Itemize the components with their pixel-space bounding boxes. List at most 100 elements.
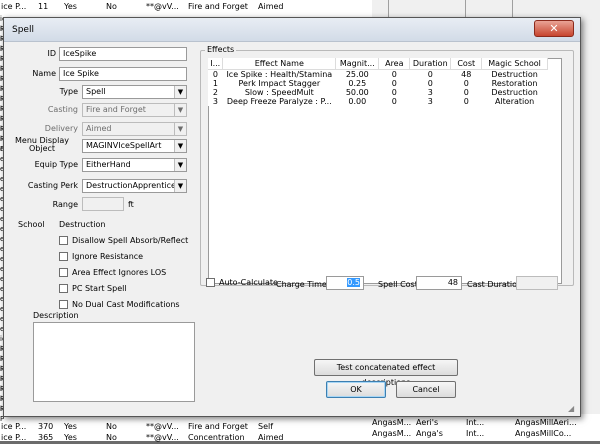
type-value: Spell [86, 87, 106, 96]
column-header-effect-name[interactable]: Effect Name [222, 58, 337, 70]
cast-duration-label: Cast Duration [467, 280, 523, 289]
effect-area: 0 [391, 96, 397, 106]
type-label: Type [59, 87, 78, 96]
school-label: School [18, 220, 45, 229]
effect-area: 0 [391, 87, 397, 97]
name-field[interactable]: Ice Spike [59, 67, 187, 81]
casting-perk-value: DestructionApprentice25 [86, 181, 187, 190]
background-list-row[interactable]: AngasM... Anga's Int... AngasMillCo... [370, 429, 600, 440]
equip-type-select[interactable]: EitherHand ▼ [82, 158, 187, 172]
effect-magnitude: 0.25 [348, 78, 367, 88]
delivery-value: Aimed [86, 124, 112, 133]
chevron-down-icon: ▼ [174, 140, 186, 152]
description-label: Description [33, 311, 79, 320]
equip-type-label: Equip Type [34, 160, 78, 169]
effect-cost: 48 [461, 69, 472, 79]
effects-header-row: I... Effect Name Magnit... Area Duration… [208, 58, 548, 70]
casting-label: Casting [47, 105, 78, 114]
effect-index: 2 [212, 87, 218, 97]
effect-row[interactable]: 1 Perk Impact Stagger 0.25 0 0 0 Restora… [208, 79, 548, 88]
effect-cost: 0 [463, 87, 469, 97]
dialog-title: Spell [12, 25, 34, 35]
casting-perk-label: Casting Perk [27, 181, 78, 190]
effect-school: Destruction [491, 69, 538, 79]
column-header-cost[interactable]: Cost [450, 58, 483, 70]
effects-table: I... Effect Name Magnit... Area Duration… [208, 58, 548, 106]
effect-row[interactable]: 0 Ice Spike : Health/Stamina 25.00 0 0 4… [208, 69, 548, 79]
delivery-select[interactable]: Aimed ▼ [82, 122, 187, 136]
menu-display-object-select[interactable]: MAGINVIceSpellArt ▼ [82, 139, 187, 153]
chevron-down-icon: ▼ [174, 104, 186, 116]
charge-time-label: Charge Time [276, 280, 327, 289]
effect-duration: 0 [427, 69, 433, 79]
ignore-resistance-checkbox[interactable]: Ignore Resistance [59, 252, 143, 261]
effect-index: 0 [212, 69, 218, 79]
effect-name: Ice Spike : Health/Stamina [226, 69, 333, 79]
id-field[interactable]: IceSpike [59, 47, 187, 61]
column-header-duration[interactable]: Duration [409, 58, 452, 70]
column-header-area[interactable]: Area [378, 58, 411, 70]
casting-perk-select[interactable]: DestructionApprentice25 ▼ [82, 179, 187, 193]
no-dual-cast-checkbox[interactable]: No Dual Cast Modifications [59, 300, 180, 309]
cancel-button[interactable]: Cancel [396, 381, 456, 398]
effect-row[interactable]: 2 Slow : SpeedMult 50.00 0 3 0 Destructi… [208, 88, 548, 97]
description-textarea[interactable] [33, 322, 195, 402]
background-list-row[interactable]: AngasM... Aeri's Int... AngasMillAeri... [370, 418, 600, 429]
resize-grip-icon[interactable]: ◢ [568, 404, 578, 414]
column-header-magic-school[interactable]: Magic School [481, 58, 548, 70]
effect-duration: 0 [427, 78, 433, 88]
effect-school: Restoration [491, 78, 538, 88]
menu-display-label-line2: Object [28, 144, 56, 153]
auto-calculate-checkbox[interactable]: Auto-Calculate [206, 278, 278, 287]
effect-area: 0 [391, 78, 397, 88]
effect-name: Deep Freeze Paralyze : P... [226, 96, 332, 106]
chevron-down-icon: ▼ [174, 159, 186, 171]
effect-school: Destruction [491, 87, 538, 97]
checkbox-box [59, 284, 68, 293]
background-list-row[interactable]: ice P... 370 Yes No **@vV... Fire and Fo… [0, 422, 372, 433]
background-list-row[interactable]: ice P... 11 Yes No **@vV... Fire and For… [0, 2, 372, 13]
spell-cost-field[interactable]: 48 [416, 276, 462, 290]
column-header-index[interactable]: I... [208, 58, 224, 70]
charge-time-value: 0.5 [347, 278, 360, 287]
effect-index: 1 [212, 78, 218, 88]
range-label: Range [52, 200, 78, 209]
casting-select[interactable]: Fire and Forget ▼ [82, 103, 187, 117]
effect-duration: 3 [427, 87, 433, 97]
dialog-titlebar[interactable]: Spell ✕ [4, 18, 580, 42]
chevron-down-icon: ▼ [174, 123, 186, 135]
background-list-row[interactable]: ice P... 365 Yes No **@vV... Concentrati… [0, 433, 372, 444]
cast-duration-field[interactable] [516, 276, 558, 290]
ok-button[interactable]: OK [326, 381, 386, 398]
column-header-magnitude[interactable]: Magnit... [335, 58, 380, 70]
menu-display-value: MAGINVIceSpellArt [86, 141, 162, 150]
effect-name: Perk Impact Stagger [238, 78, 321, 88]
spell-dialog: Spell ✕ ID IceSpike Name Ice Spike Type … [3, 17, 581, 417]
close-icon: ✕ [549, 22, 559, 35]
id-label: ID [47, 49, 56, 58]
range-field[interactable] [82, 197, 124, 211]
checkbox-box [59, 252, 68, 261]
spell-cost-label: Spell Cost [378, 280, 418, 289]
effect-name: Slow : SpeedMult [244, 87, 314, 97]
test-effect-descriptions-button[interactable]: Test concatenated effect descriptions [314, 359, 458, 387]
effect-area: 0 [391, 69, 397, 79]
checkbox-box [59, 236, 68, 245]
checkbox-box [59, 268, 68, 277]
close-button[interactable]: ✕ [534, 20, 574, 37]
background-right-list: AngasM... Aeri's Int... AngasMillAeri...… [370, 414, 600, 441]
charge-time-field[interactable]: 0.5 [326, 276, 364, 290]
pc-start-spell-checkbox[interactable]: PC Start Spell [59, 284, 127, 293]
effect-magnitude: 0.00 [348, 96, 367, 106]
effect-cost: 0 [463, 78, 469, 88]
equip-type-value: EitherHand [86, 160, 131, 169]
effect-duration: 3 [427, 96, 433, 106]
name-label: Name [32, 69, 56, 78]
delivery-label: Delivery [44, 124, 78, 133]
disallow-absorb-checkbox[interactable]: Disallow Spell Absorb/Reflect [59, 236, 188, 245]
effects-group-title: Effects [205, 45, 237, 54]
effect-row[interactable]: 3 Deep Freeze Paralyze : P... 0.00 0 3 0… [208, 97, 548, 106]
chevron-down-icon: ▼ [174, 86, 186, 98]
type-select[interactable]: Spell ▼ [82, 85, 187, 99]
area-effect-los-checkbox[interactable]: Area Effect Ignores LOS [59, 268, 166, 277]
